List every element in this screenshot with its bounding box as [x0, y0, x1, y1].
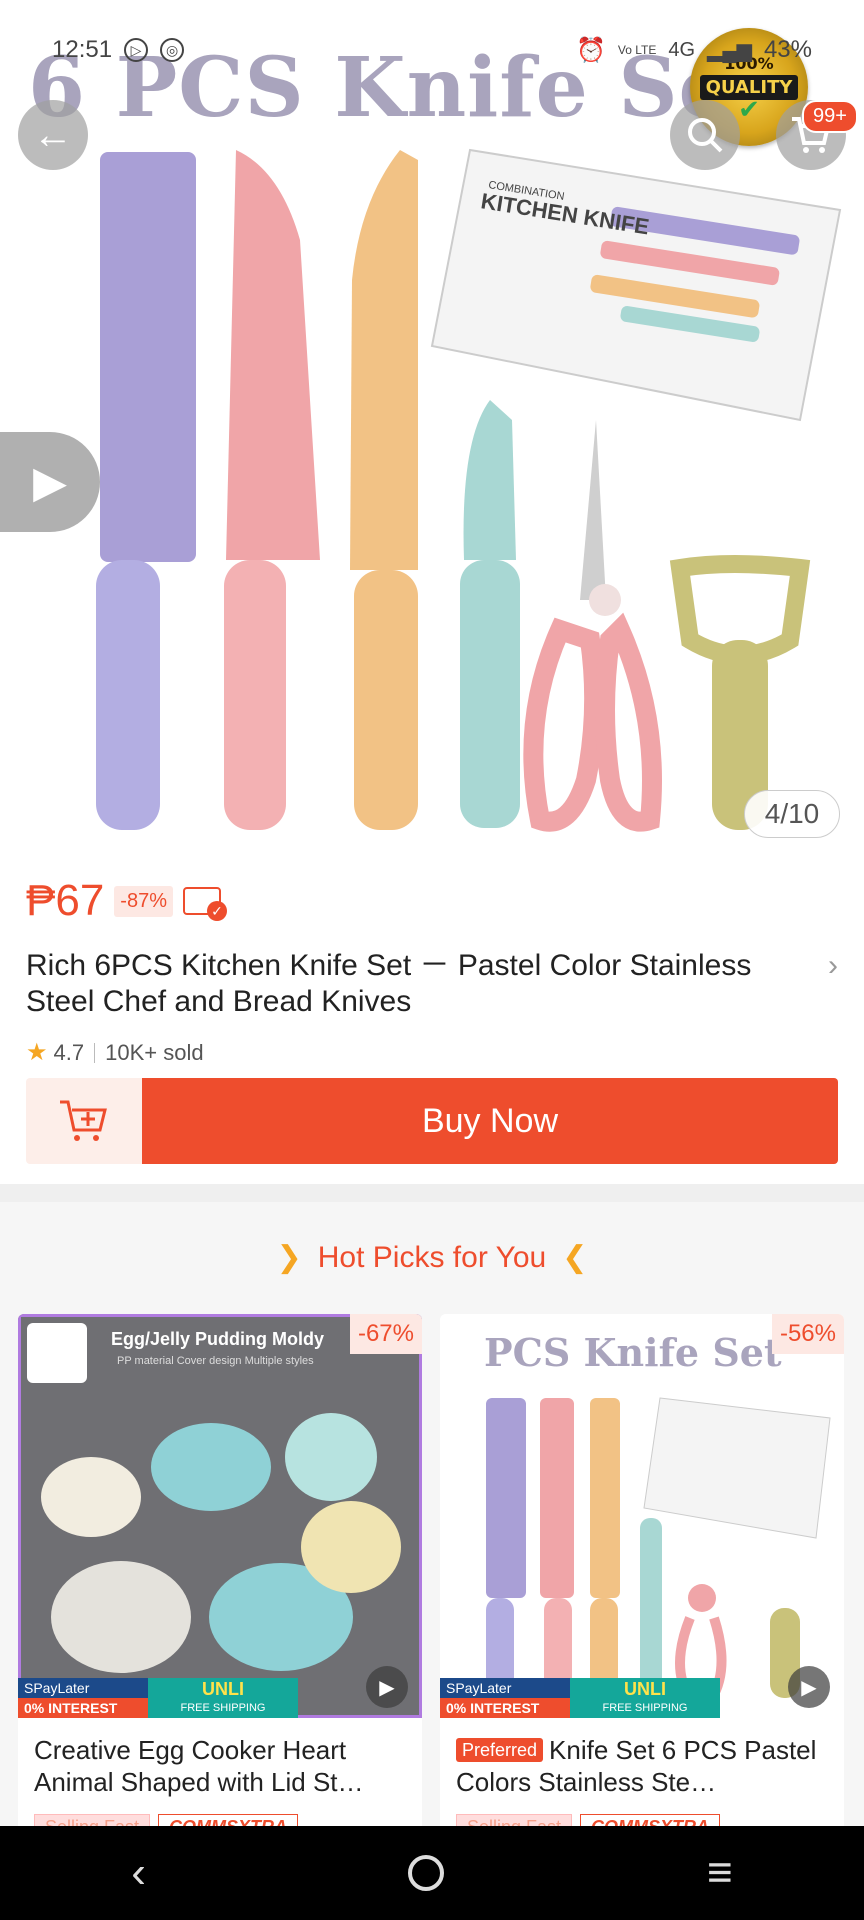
video-play-icon[interactable]: ▶ — [366, 1666, 408, 1708]
product-thumbnail: PCS Knife Set — [440, 1314, 844, 1718]
cart-count-badge: 99+ — [802, 100, 858, 133]
network-type: 4G — [668, 38, 696, 61]
search-button[interactable] — [670, 100, 740, 170]
hot-picks-title: ❯ Hot Picks for You ❮ — [0, 1240, 864, 1275]
play-icon: ▶ — [33, 457, 67, 507]
recents-nav-button[interactable]: ≡ — [707, 1848, 733, 1898]
signal-icon: ▂▄▆ — [707, 39, 752, 62]
rating-value: 4.7 — [53, 1039, 85, 1065]
card-discount-badge: -67% — [349, 1314, 422, 1354]
thumbnail-caption: PCS Knife Set — [484, 1330, 782, 1375]
chevron-right-icon: › — [828, 949, 838, 982]
paring-knife-handle — [460, 560, 520, 828]
scissor-handle-left — [523, 617, 605, 832]
card-discount-badge: -56% — [771, 1314, 844, 1354]
paring-knife — [463, 400, 516, 560]
slicing-knife — [226, 150, 320, 560]
purchase-actions: Buy Now — [26, 1078, 838, 1164]
chef-knife — [100, 152, 196, 562]
product-info: ₱67 -87% Rich 6PCS Kitchen Knife Set － P… — [26, 876, 838, 1067]
knife-set-thumbnail — [486, 1397, 831, 1701]
promo-banner: SPayLater 0% INTEREST UNLI FREE SHIPPING — [18, 1678, 298, 1718]
preferred-badge: Preferred — [456, 1738, 544, 1762]
bread-knife-handle — [354, 570, 418, 830]
buy-now-button[interactable]: Buy Now — [142, 1078, 838, 1164]
thumbnail-subcaption: PP material Cover design Multiple styles — [117, 1355, 314, 1367]
star-icon: ★ — [26, 1039, 48, 1066]
interest-label: 0% INTEREST — [18, 1698, 148, 1718]
product-thumbnail: Egg/Jelly Pudding Moldy PP material Cove… — [18, 1314, 422, 1718]
product-title-link[interactable]: Rich 6PCS Kitchen Knife Set － Pastel Col… — [26, 948, 838, 1020]
bread-knife — [350, 150, 418, 570]
free-shipping-label: UNLI FREE SHIPPING — [148, 1678, 298, 1718]
status-bar: 12:51 ▷ ◎ ⏰ Vo LTE 4G ▂▄▆ 43% — [0, 28, 864, 72]
free-shipping-label: UNLI FREE SHIPPING — [570, 1678, 720, 1718]
discount-badge: -87% — [114, 885, 173, 917]
chef-knife-handle — [96, 560, 160, 830]
product-card[interactable]: Egg/Jelly Pudding Moldy PP material Cove… — [18, 1314, 422, 1854]
search-icon — [688, 118, 723, 153]
spaylater-label: SPayLater — [440, 1678, 570, 1698]
alarm-icon: ⏰ — [575, 36, 606, 64]
home-nav-button[interactable] — [408, 1855, 445, 1891]
card-product-name: Preferred Knife Set 6 PCS Pastel Colors S… — [456, 1734, 836, 1798]
hot-picks-section: ❯ Hot Picks for You ❮ Egg/Jelly Pudding Mo… — [0, 1202, 864, 1920]
arrow-left-icon: ← — [33, 112, 73, 157]
scissor-blade — [580, 420, 606, 600]
add-to-cart-icon — [60, 1100, 107, 1141]
status-time: 12:51 — [52, 36, 113, 63]
section-divider — [0, 1184, 864, 1202]
system-navigation-bar: ‹ ≡ — [0, 1826, 864, 1920]
app-notification-icon: ◎ — [160, 38, 185, 62]
play-video-button[interactable]: ▶ — [0, 432, 100, 532]
product-card[interactable]: PCS Knife Set -56% SPayLater 0% INTEREST… — [440, 1314, 844, 1854]
card-product-name: Creative Egg Cooker Heart Animal Shaped … — [34, 1735, 364, 1797]
battery-level: 43% — [763, 36, 812, 63]
flame-left-icon: ❯ — [276, 1241, 302, 1274]
rating-row: ★ 4.7 10K+ sold — [26, 1038, 838, 1067]
video-play-icon[interactable]: ▶ — [788, 1666, 830, 1708]
divider — [94, 1042, 96, 1063]
back-nav-button[interactable]: ‹ — [131, 1848, 146, 1898]
scissor-handle-right — [595, 612, 662, 832]
play-store-icon: ▷ — [124, 38, 149, 62]
interest-label: 0% INTEREST — [440, 1698, 570, 1718]
spaylater-label: SPayLater — [18, 1678, 148, 1698]
product-price: ₱67 — [26, 876, 105, 925]
voucher-icon[interactable] — [183, 887, 227, 921]
promo-banner: SPayLater 0% INTEREST UNLI FREE SHIPPING — [440, 1678, 720, 1718]
back-button[interactable]: ← — [18, 100, 88, 170]
thumbnail-caption: Egg/Jelly Pudding Moldy — [111, 1329, 325, 1349]
slicing-knife-handle — [224, 560, 286, 830]
flame-right-icon: ❮ — [562, 1241, 588, 1274]
egg-molds-illustration — [41, 1413, 401, 1673]
baby-avatar-icon — [27, 1323, 87, 1383]
sold-count: 10K+ sold — [105, 1039, 204, 1065]
hot-picks-label: Hot Picks for You — [317, 1241, 547, 1274]
product-title: Rich 6PCS Kitchen Knife Set － Pastel Col… — [26, 949, 752, 1018]
volte-indicator: Vo LTE — [617, 43, 657, 57]
scissor-pivot — [589, 584, 621, 616]
add-to-cart-button[interactable] — [26, 1078, 142, 1164]
image-page-counter: 4/10 — [744, 790, 840, 838]
